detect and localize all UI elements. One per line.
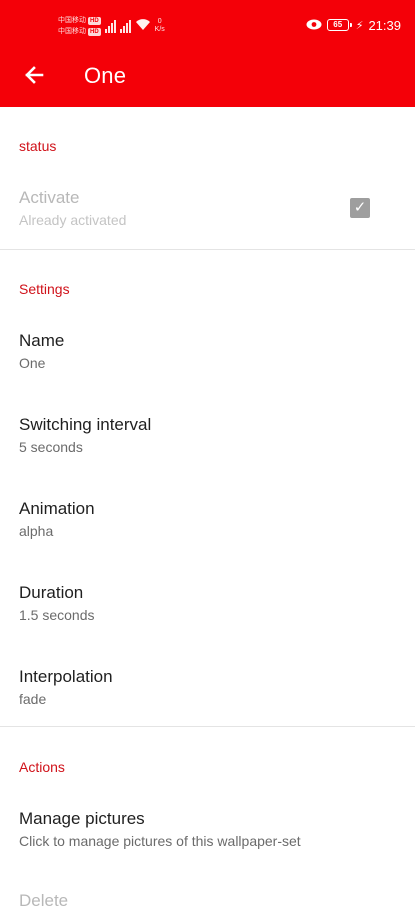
charging-icon: ⚡ [355, 19, 364, 32]
signal-1-icon [104, 19, 116, 33]
toolbar: One [0, 48, 415, 104]
section-header-status: status [19, 138, 57, 154]
battery-level: 65 [333, 20, 343, 29]
eye-icon [306, 18, 322, 33]
preferences-list: status Activate Already activated ✓ Sett… [0, 107, 415, 910]
sim1-hd-badge: HD [88, 16, 101, 25]
checkmark-icon: ✓ [353, 199, 367, 216]
preference-manage-pictures[interactable]: Manage pictures Click to manage pictures… [0, 808, 415, 851]
preference-summary: fade [19, 691, 47, 707]
preference-duration[interactable]: Duration 1.5 seconds [0, 582, 415, 625]
sim-labels: 中国移动 HD 中国移动 HD [58, 16, 101, 36]
preference-summary: Click to manage pictures of this wallpap… [19, 833, 301, 849]
sim2-carrier: 中国移动 [58, 28, 86, 35]
sim1-label: 中国移动 HD [58, 16, 101, 25]
section-header-actions: Actions [19, 759, 65, 775]
app-bar: 中国移动 HD 中国移动 HD 0 K/s 65 ⚡ 21:39 One [0, 0, 415, 107]
signal-2-icon [119, 19, 131, 33]
status-bar-right: 65 ⚡ 21:39 [306, 14, 401, 36]
preference-title: Name [19, 331, 65, 350]
preference-name[interactable]: Name One [0, 330, 415, 373]
preference-title: Switching interval [19, 415, 152, 434]
preference-title: Manage pictures [19, 809, 145, 828]
preference-summary: 1.5 seconds [19, 607, 95, 623]
clock: 21:39 [368, 17, 401, 33]
preference-switching-interval[interactable]: Switching interval 5 seconds [0, 414, 415, 457]
divider [0, 726, 415, 727]
preference-summary: 5 seconds [19, 439, 83, 455]
section-header-settings: Settings [19, 281, 70, 297]
preference-title: Animation [19, 499, 95, 518]
network-speed-value: 0 [157, 18, 162, 25]
back-button[interactable] [0, 48, 68, 104]
preference-delete[interactable]: Delete [0, 890, 415, 912]
battery-icon: 65 [326, 19, 352, 31]
wifi-icon [135, 18, 151, 34]
network-speed: 0 K/s [155, 18, 165, 34]
preference-title: Interpolation [19, 667, 113, 686]
divider [0, 249, 415, 250]
sim1-carrier: 中国移动 [58, 17, 86, 24]
status-bar-left: 中国移动 HD 中国移动 HD 0 K/s [58, 12, 165, 40]
preference-interpolation[interactable]: Interpolation fade [0, 666, 415, 709]
preference-title: Duration [19, 583, 84, 602]
preference-summary: One [19, 355, 46, 371]
preference-summary: alpha [19, 523, 54, 539]
arrow-left-icon [24, 61, 44, 92]
sim2-label: 中国移动 HD [58, 27, 101, 36]
preference-animation[interactable]: Animation alpha [0, 498, 415, 541]
preference-title: Delete [19, 891, 69, 910]
status-bar: 中国移动 HD 中国移动 HD 0 K/s 65 ⚡ 21:39 [0, 0, 415, 48]
activate-checkbox[interactable]: ✓ [350, 198, 370, 218]
network-speed-unit: K/s [154, 26, 165, 33]
page-title: One [84, 63, 127, 88]
sim2-hd-badge: HD [88, 27, 101, 36]
